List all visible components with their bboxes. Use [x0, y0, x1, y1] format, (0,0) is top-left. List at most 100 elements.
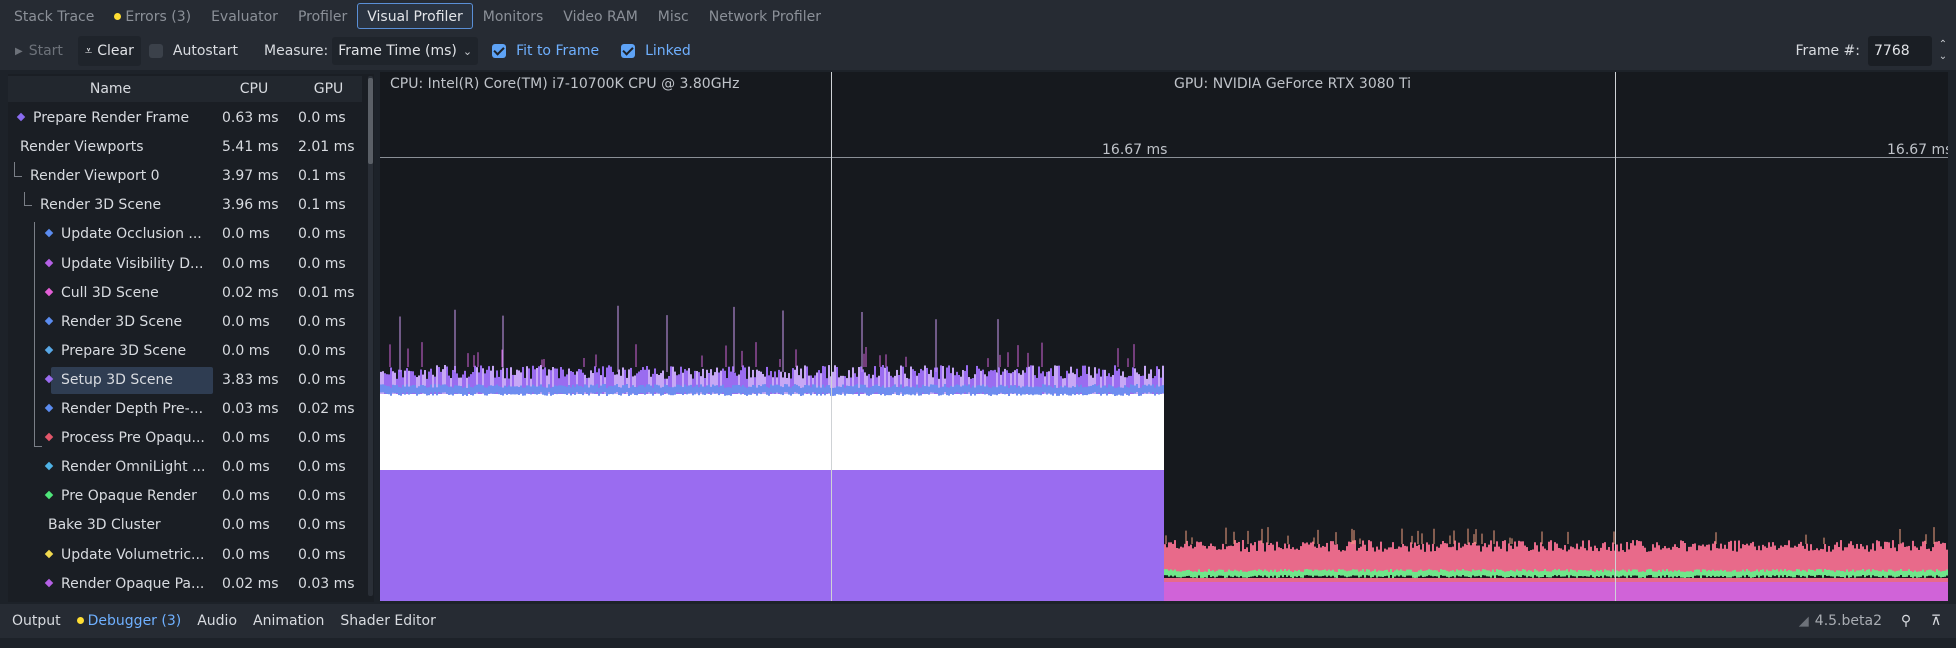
frame-graph[interactable]: CPU: Intel(R) Core(TM) i7-10700K CPU @ 3… — [380, 72, 1948, 601]
gpu-frame-bar — [1882, 578, 1884, 582]
gpu-frame-bar — [1792, 547, 1794, 572]
gpu-frame-bar — [1616, 570, 1618, 577]
cpu-frame-bar — [396, 384, 398, 393]
cpu-frame-bar — [906, 386, 908, 395]
cpu-frame-bar — [622, 385, 624, 394]
bottom-tab-output[interactable]: Output — [4, 613, 69, 629]
tree-row[interactable]: Pre Opaque Render 0.0 ms 0.0 ms — [8, 482, 362, 511]
tab-visual-profiler[interactable]: Visual Profiler — [357, 3, 473, 29]
cpu-frame-bar — [606, 387, 608, 396]
tree-scrollbar-thumb[interactable] — [368, 78, 373, 164]
frame-spinner[interactable]: ⌃ ⌄ — [1934, 36, 1952, 66]
gpu-frame-bar — [1188, 578, 1190, 582]
cpu-frame-bar — [416, 387, 418, 396]
tree-row[interactable]: Bake 3D Cluster 0.0 ms 0.0 ms — [8, 511, 362, 540]
tree-row[interactable]: Render Depth Pre-... 0.03 ms 0.02 ms — [8, 395, 362, 424]
tree-row[interactable]: Render Viewport 0 3.97 ms 0.1 ms — [8, 162, 362, 191]
tab-profiler[interactable]: Profiler — [288, 3, 357, 29]
pin-icon[interactable]: ⚲ — [1896, 611, 1916, 631]
frame-number-input[interactable]: 7768 — [1868, 36, 1932, 66]
gpu-frame-bar — [1362, 569, 1364, 576]
cpu-frame-bar — [1046, 386, 1048, 395]
gpu-frame-bar — [1384, 548, 1386, 572]
tree-row-label: Render 3D Scene — [61, 313, 183, 330]
gpu-frame-bar — [1246, 578, 1248, 582]
tree-scrollbar[interactable] — [368, 76, 373, 596]
tree-row[interactable]: Render OmniLight ... 0.0 ms 0.0 ms — [8, 453, 362, 482]
cpu-frame-bar — [918, 387, 920, 396]
linked-checkbox[interactable] — [621, 44, 636, 58]
cpu-frame-bar — [1160, 385, 1162, 394]
gpu-frame-bar — [1596, 570, 1598, 577]
cpu-frame-bar — [902, 387, 904, 396]
cpu-frame-bar — [1096, 385, 1098, 394]
chevron-down-icon[interactable]: ⌄ — [1939, 51, 1947, 63]
gpu-frame-bar — [1784, 544, 1786, 572]
bottom-tab-animation[interactable]: Animation — [245, 613, 332, 629]
tree-row[interactable]: Cull 3D Scene 0.02 ms 0.01 ms — [8, 279, 362, 308]
collapse-panel-icon[interactable]: ⊼ — [1926, 611, 1946, 631]
gpu-frame-bar — [1470, 578, 1472, 582]
gpu-frame-bar — [1514, 571, 1516, 578]
tree-row-cpu: 3.96 ms — [222, 197, 279, 214]
tab-video-ram[interactable]: Video RAM — [553, 3, 648, 29]
gpu-frame-bar — [1898, 544, 1900, 572]
gpu-frame-bar — [1212, 570, 1214, 577]
column-cpu[interactable]: CPU — [213, 76, 295, 102]
tree-row[interactable]: Render Opaque Pa... 0.02 ms 0.03 ms — [8, 570, 362, 599]
gpu-frame-bar — [1172, 578, 1174, 582]
chevron-up-icon[interactable]: ⌃ — [1939, 39, 1947, 51]
color-swatch-icon — [44, 374, 54, 384]
clear-button[interactable]: ⩡ Clear — [77, 36, 141, 66]
tab-misc[interactable]: Misc — [648, 3, 699, 29]
tree-row[interactable]: Render 3D Scene 3.96 ms 0.1 ms — [8, 191, 362, 220]
cpu-frame-bar — [760, 386, 762, 395]
gpu-frame-bar — [1916, 571, 1918, 578]
column-name[interactable]: Name — [8, 76, 213, 102]
gpu-frame-bar — [1620, 570, 1622, 577]
gpu-frame-bar — [1888, 569, 1890, 576]
cpu-frame-bar — [672, 387, 674, 396]
tree-row[interactable]: Process Pre Opaqu... 0.0 ms 0.0 ms — [8, 424, 362, 453]
tab-stack-trace[interactable]: Stack Trace — [4, 3, 104, 29]
tree-row-name: Bake 3D Cluster — [48, 511, 161, 540]
tab-errors[interactable]: Errors (3) — [104, 3, 201, 29]
tree-row-cpu: 0.0 ms — [222, 488, 270, 505]
gpu-frame-bar — [1294, 549, 1296, 572]
gpu-frame-bar — [1602, 543, 1604, 572]
tree-guide-line — [14, 162, 15, 176]
bottom-tab-shader-editor[interactable]: Shader Editor — [332, 613, 443, 629]
fit-to-frame-checkbox[interactable] — [492, 44, 507, 58]
start-button[interactable]: ▶ Start — [8, 36, 70, 66]
gpu-frame-bar — [1890, 569, 1892, 576]
gpu-frame-bar — [1938, 570, 1940, 577]
tree-row[interactable]: Render 3D Scene 0.0 ms 0.0 ms — [8, 308, 362, 337]
gpu-frame-bar — [1770, 578, 1772, 582]
cpu-frame-bar — [888, 387, 890, 396]
tab-evaluator[interactable]: Evaluator — [201, 3, 288, 29]
bottom-tab-audio[interactable]: Audio — [189, 613, 245, 629]
tab-network-profiler[interactable]: Network Profiler — [699, 3, 831, 29]
gpu-frame-bar — [1760, 550, 1762, 572]
tree-row[interactable]: Setup 3D Scene 3.83 ms 0.0 ms — [8, 366, 362, 395]
tab-monitors[interactable]: Monitors — [473, 3, 554, 29]
gpu-frame-bar — [1346, 571, 1348, 578]
autostart-checkbox[interactable] — [148, 44, 163, 58]
tree-row[interactable]: Update Visibility D... 0.0 ms 0.0 ms — [8, 250, 362, 279]
gpu-frame-bar — [1410, 542, 1412, 572]
tree-row[interactable]: Update Volumetric... 0.0 ms 0.0 ms — [8, 541, 362, 570]
cpu-frame-bar — [438, 384, 440, 393]
tree-row[interactable]: Render Viewports 5.41 ms 2.01 ms — [8, 133, 362, 162]
bottom-tab-debugger[interactable]: Debugger (3) — [69, 613, 190, 629]
gpu-frame-bar — [1402, 578, 1404, 582]
tree-row[interactable]: Update Occlusion ... 0.0 ms 0.0 ms — [8, 220, 362, 249]
gpu-frame-bar — [1462, 546, 1464, 572]
gpu-frame-bar — [1840, 540, 1842, 572]
cpu-frame-bar — [1036, 386, 1038, 395]
gpu-frame-bar — [1588, 578, 1590, 582]
tree-row[interactable]: Prepare Render Frame 0.63 ms 0.0 ms — [8, 104, 362, 133]
measure-select[interactable]: Frame Time (ms) ⌄ — [332, 37, 479, 65]
column-gpu[interactable]: GPU — [295, 76, 362, 102]
gpu-frame-bar — [1806, 571, 1808, 578]
tree-row[interactable]: Prepare 3D Scene 0.0 ms 0.0 ms — [8, 337, 362, 366]
